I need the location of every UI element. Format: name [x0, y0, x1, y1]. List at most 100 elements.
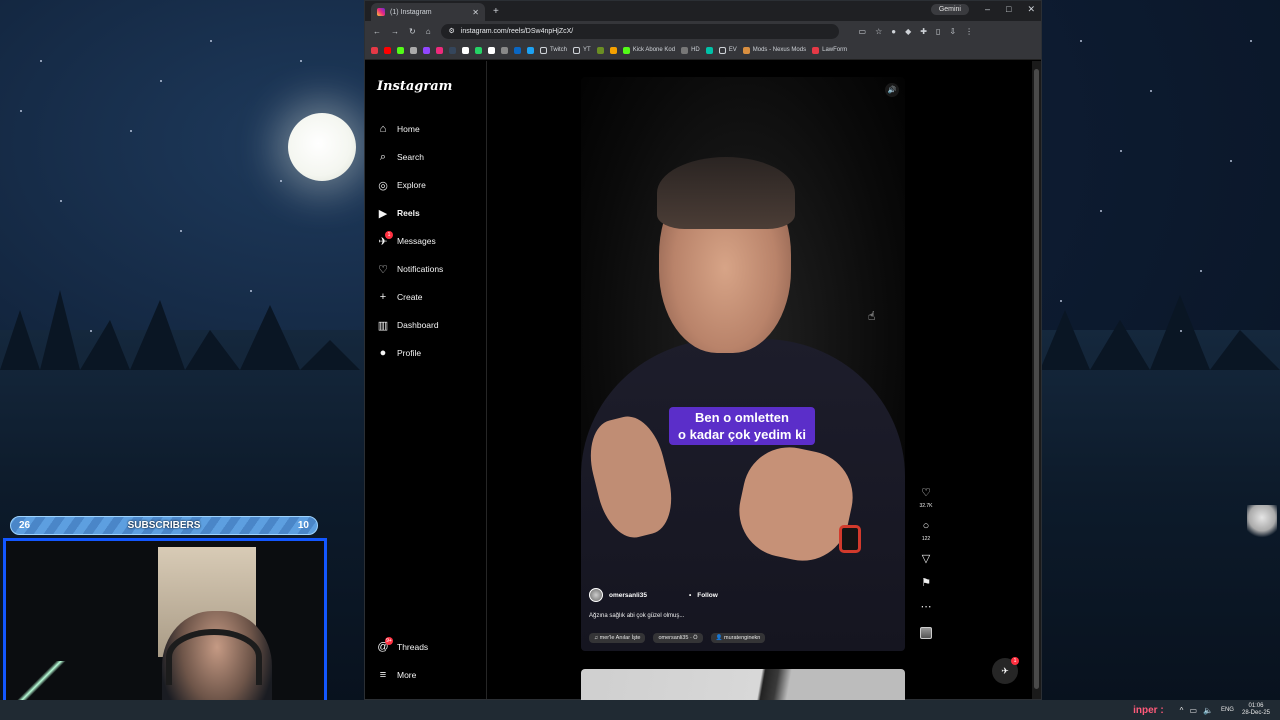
bookmark-item[interactable]: [596, 46, 604, 54]
bookmark-item[interactable]: [705, 46, 713, 54]
browser-menu-icon[interactable]: ⋮: [965, 27, 973, 36]
clock[interactable]: 01:06 28-Dec-25: [1242, 703, 1270, 717]
sidebar-item-search[interactable]: ⌕ Search: [377, 151, 424, 163]
star: [1120, 150, 1122, 152]
save-bookmark-icon[interactable]: ⚑: [921, 577, 931, 589]
bookmark-item[interactable]: [514, 46, 521, 54]
audio-thumbnail[interactable]: [920, 627, 932, 639]
window-controls: – □ ✕: [985, 4, 1035, 15]
reel-video[interactable]: Ben o omletten o kadar çok yedim ki 🔊 om…: [581, 77, 905, 651]
scrollbar-thumb[interactable]: [1034, 69, 1039, 689]
sidebar-item-dashboard[interactable]: ▥ Dashboard: [377, 319, 439, 332]
page-scrollbar[interactable]: [1032, 61, 1041, 699]
bookmark-item[interactable]: [527, 46, 534, 54]
sidebar-item-create[interactable]: + Create: [377, 291, 423, 303]
home-button-icon[interactable]: ⌂: [426, 27, 431, 36]
minimize-button[interactable]: –: [985, 4, 990, 15]
instagram-logo[interactable]: Instagram: [377, 79, 452, 94]
author-avatar[interactable]: [589, 588, 603, 602]
bookmark-item[interactable]: [436, 46, 443, 54]
cast-icon[interactable]: ▭: [859, 27, 867, 36]
bookmark-favicon-icon: [596, 46, 604, 54]
bookmark-item[interactable]: Twitch: [540, 46, 567, 54]
bookmark-item[interactable]: [449, 46, 456, 54]
overlay-avatar-icon: [1247, 505, 1277, 547]
sidepanel-icon[interactable]: ▯: [936, 27, 940, 36]
share-icon[interactable]: ▽: [922, 553, 930, 565]
star: [1150, 90, 1152, 92]
bookmark-item[interactable]: [609, 46, 617, 54]
next-reel-preview[interactable]: [581, 669, 905, 701]
bookmark-favicon-icon: [384, 46, 391, 54]
bookmark-item[interactable]: [488, 46, 495, 54]
audio-toggle-icon[interactable]: 🔊: [885, 83, 899, 97]
puzzle-extensions-icon[interactable]: ✚: [920, 27, 927, 36]
instagram-favicon-icon: [377, 8, 385, 16]
forward-icon[interactable]: →: [391, 27, 399, 36]
sidebar-item-profile[interactable]: ● Profile: [377, 347, 421, 359]
star: [1100, 210, 1102, 212]
tray-chevron-icon[interactable]: ^: [1180, 706, 1184, 715]
sidebar-item-notifications[interactable]: ♡ Notifications: [377, 263, 443, 276]
tagged-user[interactable]: 👤 muratenginekn: [710, 633, 766, 643]
maximize-button[interactable]: □: [1006, 4, 1011, 15]
reels-icon: ▶: [378, 207, 388, 220]
bookmark-item[interactable]: YT: [573, 46, 591, 54]
bookmark-favicon-icon: [622, 46, 630, 54]
star: [1080, 40, 1082, 42]
audio-source[interactable]: omersanli35 · Ö: [653, 633, 703, 643]
reload-icon[interactable]: ↻: [409, 27, 416, 36]
bookmark-item[interactable]: [462, 46, 469, 54]
follow-button[interactable]: Follow: [697, 592, 718, 599]
tab-close-icon[interactable]: ✕: [472, 8, 479, 17]
instagram-page: Instagram ⌂ Home ⌕ Search ◎ Explore ▶ Reels ✈ 1 Me…: [365, 61, 1033, 701]
audio-link[interactable]: ♫ mer'le Anılar İşte: [589, 633, 646, 643]
bookmark-item[interactable]: [501, 46, 508, 54]
address-bar[interactable]: ⚙ instagram.com/reels/DSw4npHjZcX/: [440, 23, 839, 39]
sidebar-item-more[interactable]: ≡ More: [377, 669, 417, 681]
downloads-icon[interactable]: ⇩: [949, 27, 956, 36]
reel-actions: ♡ 32.7K ○ 122 ▽ ⚑ ⋯: [913, 487, 939, 639]
sub-goal-current: 26: [19, 520, 31, 531]
bookmark-item[interactable]: Mods - Nexus Mods: [742, 46, 806, 54]
bookmark-item[interactable]: LawForm: [812, 46, 847, 54]
browser-tab-instagram[interactable]: (1) Instagram ✕: [371, 3, 485, 21]
bookmark-item[interactable]: HD: [681, 46, 700, 54]
language-indicator[interactable]: ENG: [1221, 707, 1234, 713]
sidebar-item-explore[interactable]: ◎ Explore: [377, 179, 426, 192]
bookmark-star-icon[interactable]: ☆: [875, 27, 882, 36]
star: [250, 290, 252, 292]
like-heart-icon[interactable]: ♡: [921, 487, 931, 499]
bookmark-favicon-icon: [705, 46, 713, 54]
bookmark-label: YT: [583, 47, 591, 53]
bookmark-item[interactable]: [397, 46, 404, 54]
new-tab-button[interactable]: +: [493, 6, 499, 17]
author-username[interactable]: omersanli35: [609, 592, 647, 599]
back-icon[interactable]: ←: [373, 27, 381, 36]
subscriber-goal-bar: 26 SUBSCRIBERS 10: [10, 516, 318, 535]
instagram-sidebar: Instagram ⌂ Home ⌕ Search ◎ Explore ▶ Reels ✈ 1 Me…: [365, 61, 487, 699]
site-info-icon[interactable]: ⚙: [449, 27, 455, 35]
sidebar-item-threads[interactable]: @9+ Threads: [377, 637, 428, 653]
close-window-button[interactable]: ✕: [1027, 4, 1035, 15]
bookmark-item[interactable]: [384, 46, 391, 54]
volume-icon[interactable]: 🔈: [1203, 706, 1213, 715]
comment-icon[interactable]: ○: [923, 520, 930, 532]
extension-icon[interactable]: ◆: [905, 27, 911, 36]
extension-icon[interactable]: ●: [891, 27, 896, 36]
sidebar-item-messages[interactable]: ✈ 1 Messages: [377, 231, 436, 248]
sidebar-item-reels[interactable]: ▶ Reels: [377, 207, 420, 220]
bookmark-item[interactable]: [423, 46, 430, 54]
gemini-button[interactable]: Gemini: [930, 4, 969, 15]
sidebar-item-home[interactable]: ⌂ Home: [377, 123, 420, 135]
bookmark-item[interactable]: [475, 46, 482, 54]
bookmark-item[interactable]: Kick Abone Kod: [622, 46, 675, 54]
network-icon[interactable]: ▭: [1189, 706, 1197, 715]
reel-caption[interactable]: Ağzına sağlık abi çok güzel olmuş...: [589, 613, 684, 619]
messages-fab[interactable]: ✈ 1: [992, 657, 1019, 684]
bookmark-item[interactable]: EV: [718, 46, 737, 54]
bookmark-item[interactable]: [410, 46, 417, 54]
dashboard-icon: ▥: [377, 319, 389, 332]
more-options-icon[interactable]: ⋯: [921, 601, 932, 613]
bookmark-item[interactable]: [371, 46, 378, 54]
